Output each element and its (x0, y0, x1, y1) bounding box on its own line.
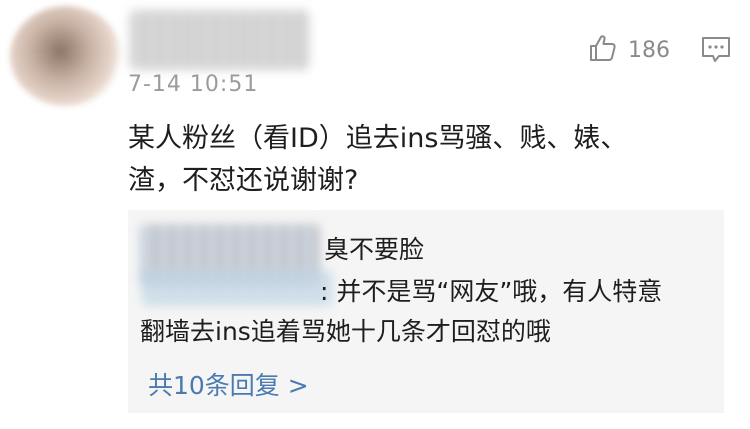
comment-card: 7-14 10:51 186 某人粉丝（看ID）追去ins骂骚、贱、婊、 渣，不… (0, 0, 750, 429)
like-count: 186 (628, 37, 670, 63)
reply-text: 翻墙去ins追着骂她十几条才回怼的哦 (140, 317, 551, 346)
comment-button[interactable] (700, 35, 732, 69)
reply-text: 臭不要脸 (324, 235, 425, 264)
avatar[interactable] (10, 6, 122, 106)
reply-username-obscured[interactable] (142, 270, 332, 306)
reply-box[interactable]: 臭不要脸 : 并不是骂“网友”哦，有人特意 翻墙去ins追着骂她十几条才回怼的哦… (128, 210, 724, 413)
like-button[interactable]: 186 (588, 33, 670, 67)
username-obscured[interactable] (130, 10, 310, 70)
comment-icon (700, 37, 732, 69)
view-more-replies-link[interactable]: 共10条回复 > (148, 366, 309, 402)
thumbs-up-icon (588, 33, 618, 67)
reply-text: : 并不是骂“网友”哦，有人特意 (320, 277, 663, 306)
comment-timestamp: 7-14 10:51 (128, 72, 259, 97)
comment-line: 某人粉丝（看ID）追去ins骂骚、贱、婊、 (128, 123, 628, 154)
comment-line: 渣，不怼还说谢谢? (128, 165, 359, 196)
comment-body: 某人粉丝（看ID）追去ins骂骚、贱、婊、 渣，不怼还说谢谢? (128, 118, 718, 202)
